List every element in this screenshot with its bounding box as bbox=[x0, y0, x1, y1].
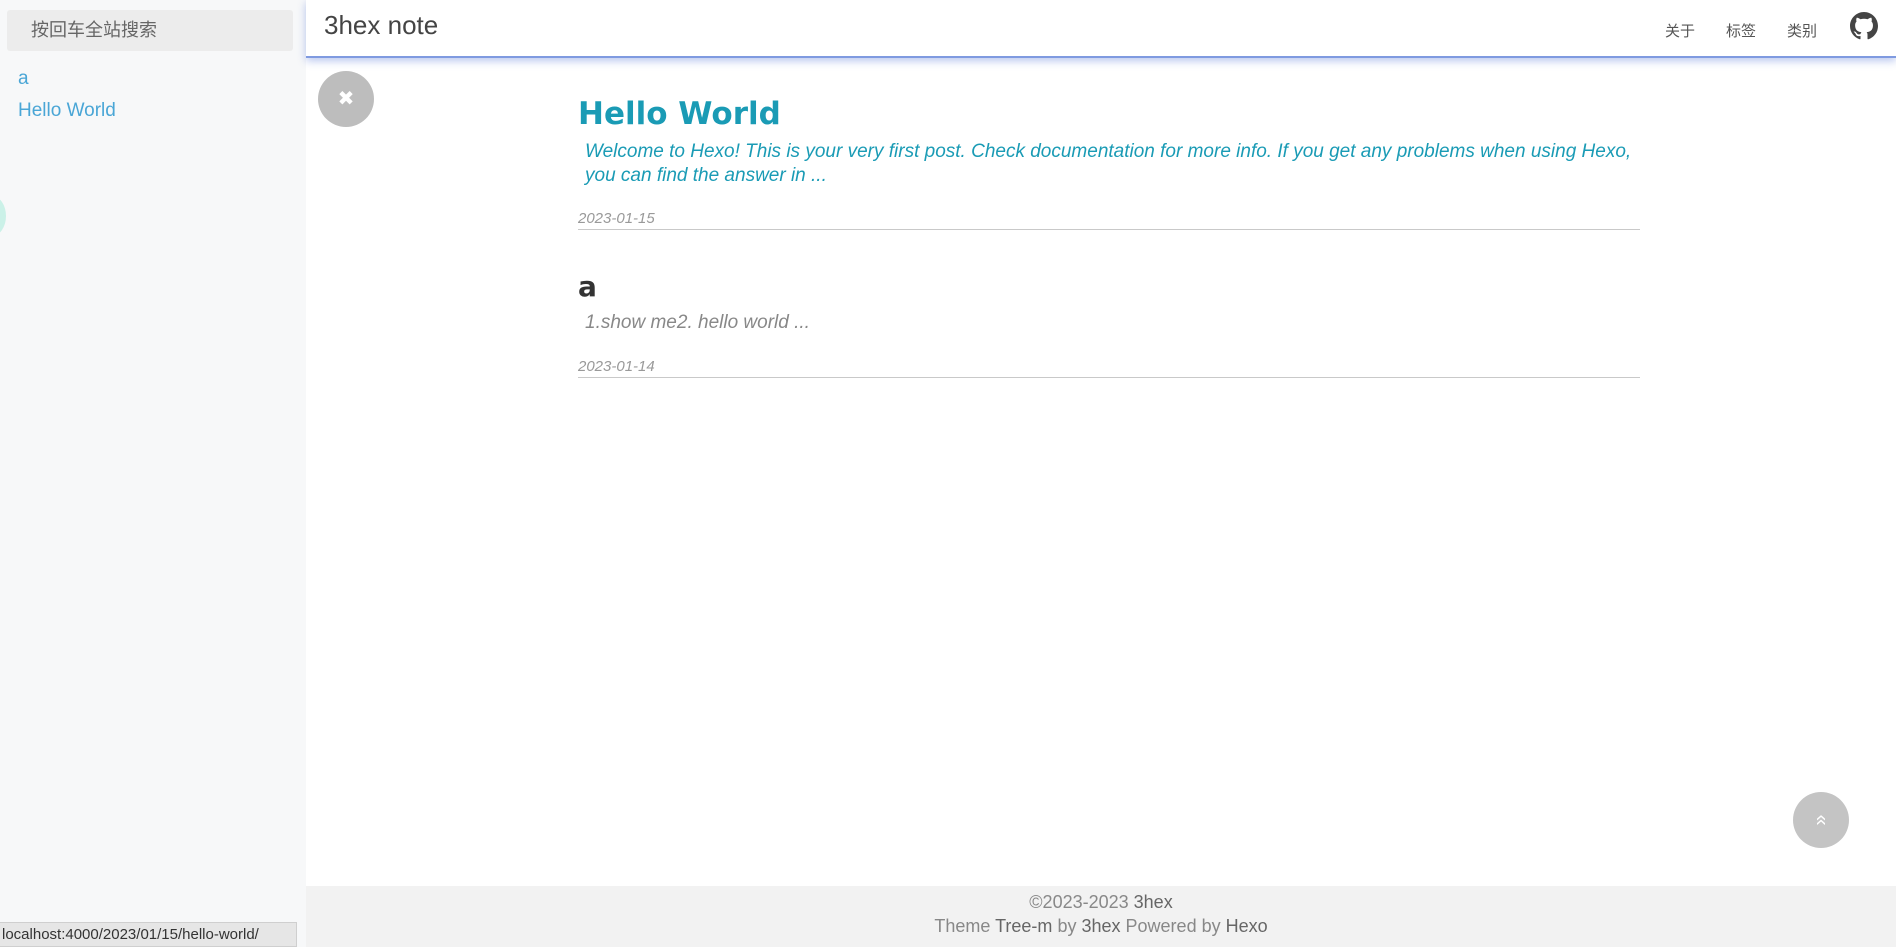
post-title-link[interactable]: Hello World bbox=[578, 96, 1640, 132]
copyright-years: ©2023-2023 bbox=[1029, 892, 1129, 912]
by-text: by bbox=[1057, 916, 1077, 936]
hexo-link[interactable]: Hexo bbox=[1226, 916, 1268, 936]
post-excerpt: Welcome to Hexo! This is your very first… bbox=[585, 141, 1632, 186]
post-excerpt: 1.show me2. hello world ... bbox=[585, 312, 810, 333]
footer: ©2023-2023 3hex Theme Tree-m by 3hex Pow… bbox=[306, 886, 1896, 947]
theme-link[interactable]: Tree-m bbox=[995, 916, 1052, 936]
top-navbar: 3hex note 关于 标签 类别 bbox=[306, 0, 1896, 58]
theme-prefix: Theme bbox=[934, 916, 991, 936]
sidebar-item-hello-world[interactable]: Hello World bbox=[18, 100, 116, 122]
site-title[interactable]: 3hex note bbox=[324, 10, 438, 41]
status-bar-url: localhost:4000/2023/01/15/hello-world/ bbox=[0, 922, 297, 947]
nav-tags[interactable]: 标签 bbox=[1726, 20, 1756, 41]
decorative-glow bbox=[0, 196, 6, 236]
post-date: 2023-01-14 bbox=[578, 358, 655, 375]
close-icon: ✖ bbox=[337, 88, 355, 110]
search-input[interactable]: 按回车全站搜索 bbox=[7, 10, 293, 51]
footer-copyright: ©2023-2023 3hex bbox=[306, 892, 1896, 913]
footer-author-link[interactable]: 3hex bbox=[1134, 892, 1173, 912]
post-item: Hello World Welcome to Hexo! This is you… bbox=[578, 96, 1640, 230]
double-chevron-up-icon: » bbox=[1810, 814, 1832, 826]
github-icon[interactable] bbox=[1850, 12, 1878, 40]
post-date: 2023-01-15 bbox=[578, 210, 655, 227]
nav-categories[interactable]: 类别 bbox=[1787, 20, 1817, 41]
post-item: a 1.show me2. hello world ... 2023-01-14 bbox=[578, 270, 1640, 378]
scroll-to-top-button[interactable]: » bbox=[1793, 792, 1849, 848]
post-title-link[interactable]: a bbox=[578, 270, 1640, 303]
theme-author-link[interactable]: 3hex bbox=[1081, 916, 1120, 936]
footer-credits: Theme Tree-m by 3hex Powered by Hexo bbox=[306, 916, 1896, 937]
sidebar-item-a[interactable]: a bbox=[18, 68, 29, 90]
close-sidebar-button[interactable]: ✖ bbox=[318, 71, 374, 127]
nav-about[interactable]: 关于 bbox=[1665, 20, 1695, 41]
sidebar: 按回车全站搜索 a Hello World bbox=[0, 0, 306, 947]
powered-by-text: Powered by bbox=[1125, 916, 1221, 936]
